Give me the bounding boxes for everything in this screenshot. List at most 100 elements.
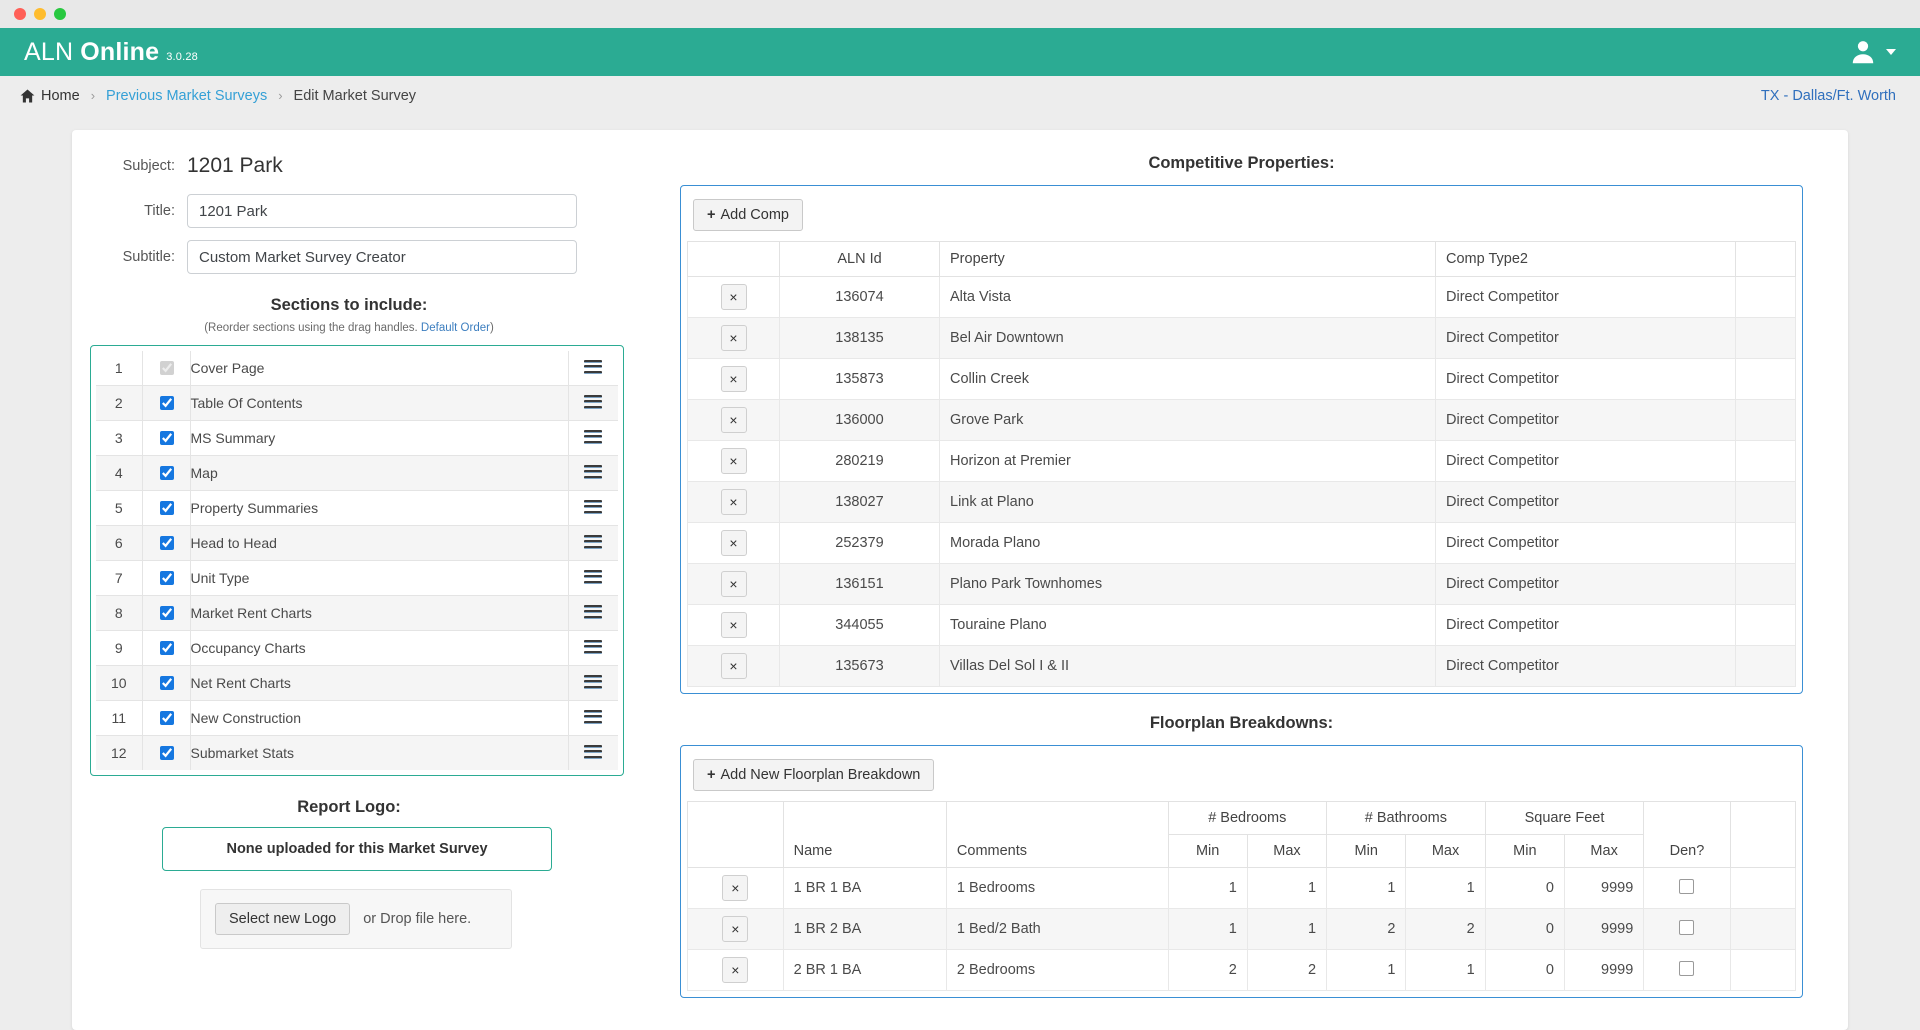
drag-handle-icon[interactable] [584, 392, 603, 411]
title-input[interactable] [187, 194, 577, 228]
competitive-table-head: ALN Id Property Comp Type2 [687, 241, 1796, 277]
default-order-link[interactable]: Default Order [421, 322, 490, 334]
section-include-checkbox[interactable] [159, 536, 174, 550]
cell-property-name: Link at Plano [939, 481, 1436, 523]
breadcrumb-current: Edit Market Survey [293, 87, 417, 104]
breadcrumb-previous-surveys[interactable]: Previous Market Surveys [106, 88, 267, 104]
section-drag-handle[interactable] [567, 351, 618, 386]
remove-comp-button[interactable]: × [720, 653, 747, 679]
breadcrumb-home[interactable]: Home [20, 88, 80, 104]
section-order-number: 8 [114, 605, 123, 621]
close-window-button[interactable] [14, 8, 26, 20]
section-drag-handle[interactable] [567, 490, 618, 526]
section-drag-handle[interactable] [567, 455, 618, 491]
drag-handle-icon[interactable] [584, 567, 603, 586]
subtitle-input[interactable] [187, 240, 577, 274]
select-new-logo-button[interactable]: Select new Logo [215, 903, 351, 935]
column-header-bedrooms-max[interactable]: Max [1246, 834, 1328, 868]
remove-floorplan-button[interactable]: × [722, 916, 749, 942]
maximize-window-button[interactable] [54, 8, 66, 20]
column-header-aln-id[interactable]: ALN Id [779, 241, 940, 277]
drag-handle-icon[interactable] [584, 602, 603, 621]
section-row: 1 Cover Page [96, 351, 618, 386]
section-drag-handle[interactable] [567, 735, 618, 770]
section-include-checkbox[interactable] [159, 711, 174, 725]
den-checkbox[interactable] [1679, 960, 1695, 976]
cell-sqft-max: 9999 [1563, 949, 1645, 991]
column-group-header-square-feet: Square Feet [1484, 801, 1645, 835]
column-header-comp-type[interactable]: Comp Type2 [1435, 241, 1736, 277]
column-header-sqft-min[interactable]: Min [1484, 834, 1565, 868]
section-include-checkbox[interactable] [159, 431, 174, 445]
section-drag-handle[interactable] [567, 665, 618, 701]
remove-comp-button[interactable]: × [720, 325, 747, 351]
market-region-link[interactable]: TX - Dallas/Ft. Worth [1761, 88, 1896, 104]
user-menu[interactable] [1848, 37, 1896, 67]
section-drag-handle[interactable] [567, 525, 618, 561]
drag-handle-icon[interactable] [584, 357, 603, 376]
cell-spacer [1735, 440, 1796, 482]
drag-handle-icon[interactable] [584, 497, 603, 516]
den-checkbox[interactable] [1679, 878, 1695, 894]
remove-floorplan-button[interactable]: × [722, 875, 749, 901]
survey-settings-column: Subject: 1201 Park Title: Subtitle: Sect… [72, 130, 662, 1030]
drag-handle-icon[interactable] [584, 707, 603, 726]
remove-comp-button[interactable]: × [720, 366, 747, 392]
minimize-window-button[interactable] [34, 8, 46, 20]
section-include-checkbox[interactable] [159, 641, 174, 655]
section-drag-handle[interactable] [567, 700, 618, 736]
logo-dropzone[interactable]: Select new Logo or Drop file here. [200, 889, 512, 949]
section-row: 12 Submarket Stats [96, 735, 618, 770]
remove-comp-button[interactable]: × [720, 448, 747, 474]
row-actions-cell: × [687, 440, 780, 482]
user-avatar-icon [1848, 37, 1878, 67]
drag-handle-icon[interactable] [584, 427, 603, 446]
column-header-property[interactable]: Property [939, 241, 1436, 277]
remove-floorplan-button[interactable]: × [722, 957, 749, 983]
section-include-checkbox[interactable] [159, 746, 174, 760]
section-include-checkbox[interactable] [159, 606, 174, 620]
add-floorplan-breakdown-button[interactable]: + Add New Floorplan Breakdown [693, 759, 935, 791]
cell-aln-id: 135873 [779, 358, 940, 400]
column-header-bathrooms-max[interactable]: Max [1405, 834, 1486, 868]
column-header-den[interactable]: Den? [1643, 801, 1731, 868]
drag-handle-icon[interactable] [584, 742, 603, 761]
drag-handle-icon[interactable] [584, 637, 603, 656]
cell-spacer [1735, 522, 1796, 564]
section-order-number: 10 [110, 675, 127, 691]
column-header-comments[interactable]: Comments [945, 801, 1169, 868]
column-header-bedrooms-min[interactable]: Min [1167, 834, 1248, 868]
row-actions-cell: × [687, 604, 780, 646]
drag-handle-icon[interactable] [584, 462, 603, 481]
column-header-bathrooms-min[interactable]: Min [1326, 834, 1407, 868]
section-include-checkbox[interactable] [159, 466, 174, 480]
column-header-name[interactable]: Name [782, 801, 947, 868]
section-include-checkbox[interactable] [159, 501, 174, 515]
column-header-sqft-max[interactable]: Max [1563, 834, 1645, 868]
den-checkbox[interactable] [1679, 919, 1695, 935]
drag-handle-icon[interactable] [584, 532, 603, 551]
drag-handle-icon[interactable] [584, 672, 603, 691]
section-drag-handle[interactable] [567, 630, 618, 666]
section-drag-handle[interactable] [567, 595, 618, 631]
remove-comp-button[interactable]: × [720, 407, 747, 433]
app-logo[interactable]: ALN Online 3.0.28 [24, 38, 198, 67]
add-comp-button[interactable]: + Add Comp [693, 199, 803, 231]
remove-comp-button[interactable]: × [720, 571, 747, 597]
section-include-checkbox[interactable] [159, 571, 174, 585]
section-label: Unit Type [189, 560, 568, 596]
section-drag-handle[interactable] [567, 385, 618, 421]
cell-spacer [1729, 949, 1797, 991]
section-include-checkbox[interactable] [159, 676, 174, 690]
remove-comp-button[interactable]: × [720, 489, 747, 515]
remove-comp-button[interactable]: × [720, 530, 747, 556]
floorplan-breakdowns-heading: Floorplan Breakdowns: [1149, 714, 1334, 732]
remove-comp-button[interactable]: × [720, 612, 747, 638]
subtitle-label: Subtitle: [122, 249, 175, 265]
remove-comp-button[interactable]: × [720, 284, 747, 310]
section-order-number: 2 [114, 395, 123, 411]
section-drag-handle[interactable] [567, 560, 618, 596]
table-row: × 2 BR 1 BA 2 Bedrooms 2 2 1 1 0 9999 [687, 949, 1797, 991]
section-drag-handle[interactable] [567, 420, 618, 456]
section-include-checkbox[interactable] [159, 396, 174, 410]
